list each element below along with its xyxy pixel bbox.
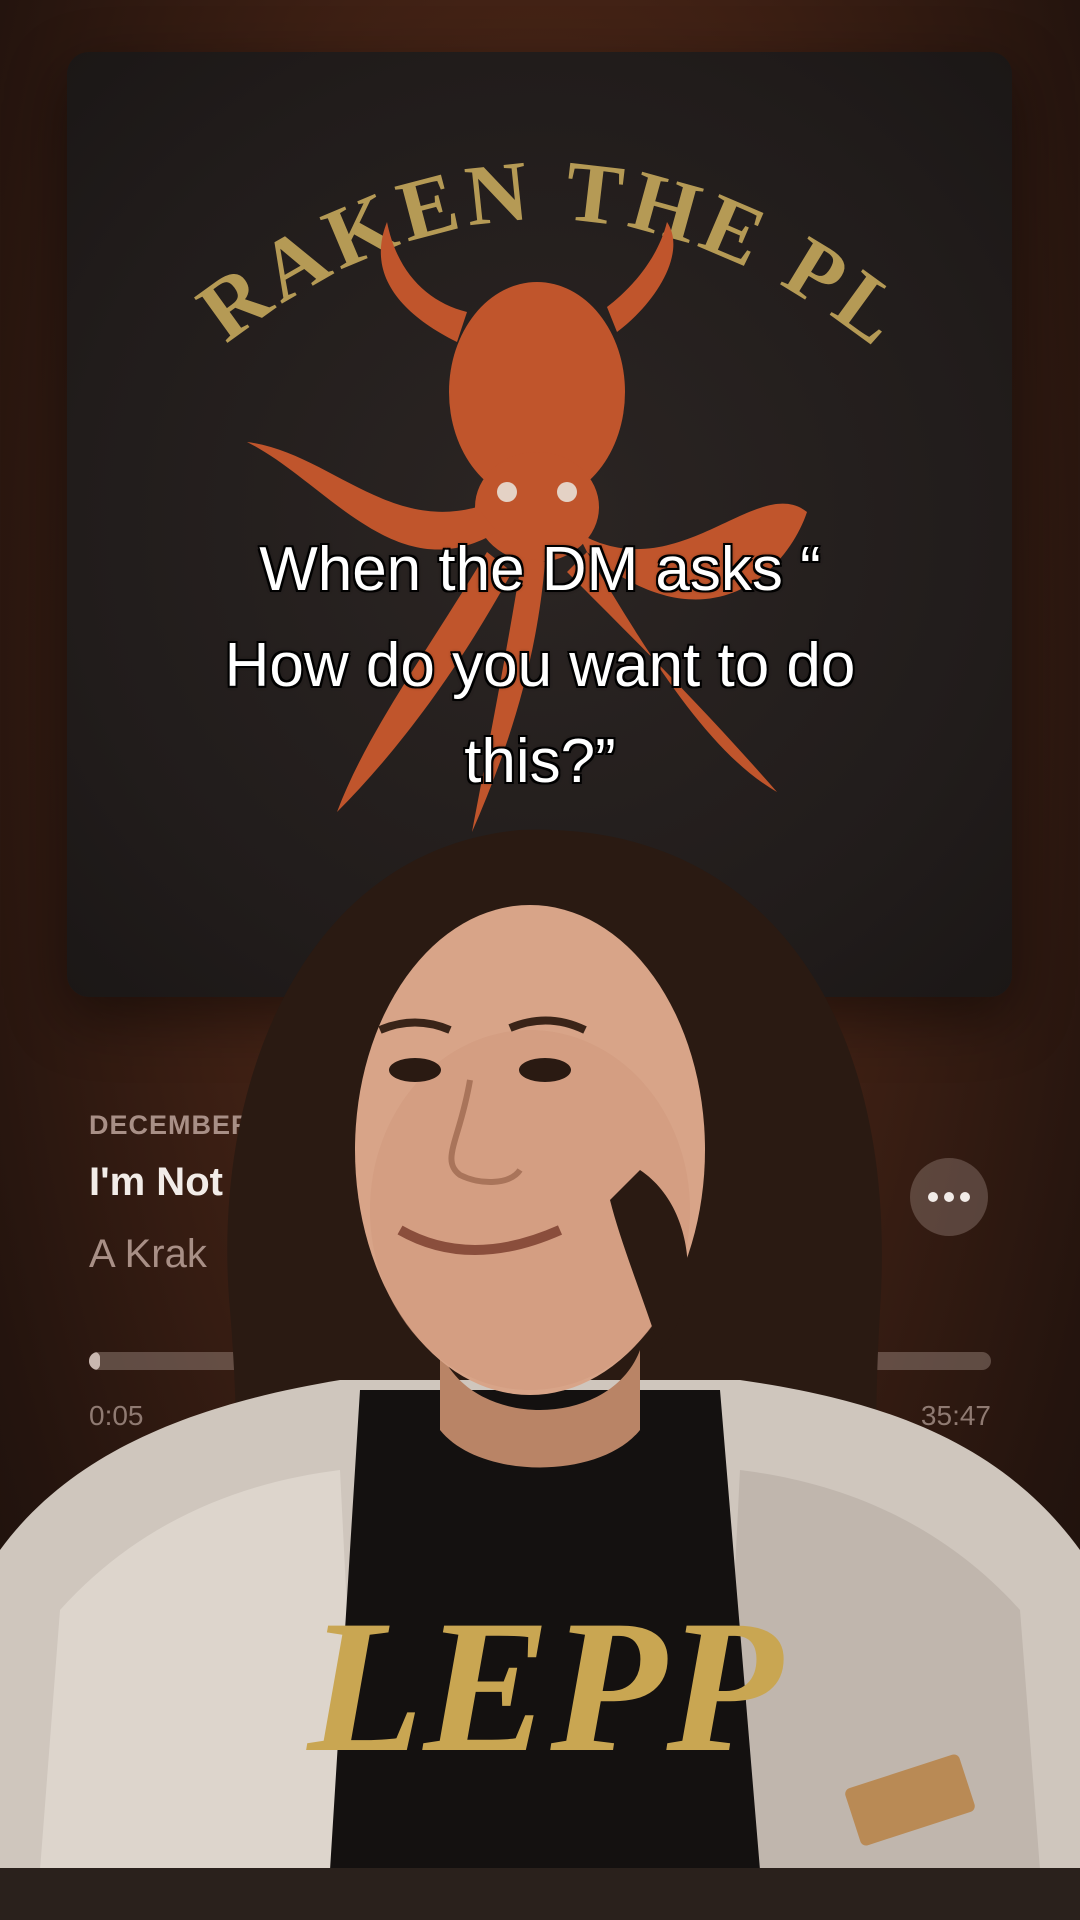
- caption-line: How do you want to do: [223, 630, 857, 702]
- shirt-logo: LEPP: [306, 1582, 785, 1792]
- caption-line: this?”: [463, 726, 618, 798]
- caption-overlay: When the DM asks “ How do you want to do…: [90, 522, 990, 810]
- bottom-bar: [0, 1868, 1080, 1920]
- video-frame: A KRAKEN THE PLAN DECEMBER I'm Not A Kra…: [0, 0, 1080, 1920]
- person-overlay: LEPP: [0, 790, 1080, 1870]
- caption-line: When the DM asks “: [258, 534, 823, 606]
